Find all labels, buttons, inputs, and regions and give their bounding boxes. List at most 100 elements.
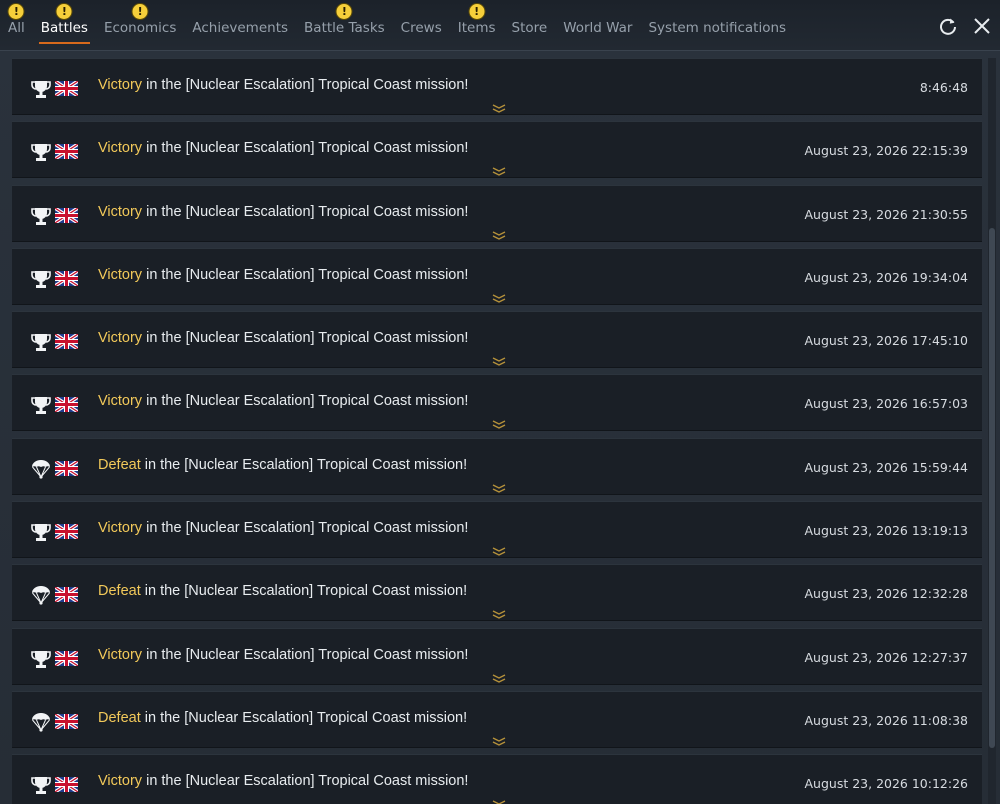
expand-chevron-icon[interactable] [490,669,508,683]
message-row[interactable]: Victory in the [Nuclear Escalation] Trop… [12,311,982,369]
expand-chevron-icon[interactable] [490,352,508,366]
tab-label: Store [511,20,548,36]
message-row[interactable]: Victory in the [Nuclear Escalation] Trop… [12,374,982,432]
message-row[interactable]: Victory in the [Nuclear Escalation] Trop… [12,58,982,115]
battle-result: Victory [98,393,143,410]
tab-battle-tasks[interactable]: Battle Tasks! [296,0,393,46]
message-row[interactable]: Victory in the [Nuclear Escalation] Trop… [12,754,982,804]
tab-list: All! Battles! Economics! Achievements Battle… [0,0,794,50]
mission-text: in the [Nuclear Escalation] Tropical Coa… [142,266,469,283]
message-row[interactable]: Victory in the [Nuclear Escalation] Trop… [12,247,982,305]
battle-result: Victory [98,330,143,347]
message-row[interactable]: Defeat in the [Nuclear Escalation] Tropi… [12,437,982,495]
timestamp: August 23, 2026 21:30:55 [804,206,969,222]
message-text: Victory in the [Nuclear Escalation] Trop… [98,204,468,220]
tab-items[interactable]: Items! [450,0,504,46]
uk-flag-icon [54,332,79,351]
expand-chevron-icon[interactable] [490,99,508,113]
trophy-icon [30,521,52,543]
expand-chevron-icon[interactable] [490,226,508,240]
uk-flag-icon [54,269,79,288]
message-row[interactable]: Defeat in the [Nuclear Escalation] Tropi… [12,690,982,748]
message-list[interactable]: Victory in the [Nuclear Escalation] Trop… [12,58,982,804]
uk-flag-icon [54,79,79,98]
message-row[interactable]: Victory in the [Nuclear Escalation] Trop… [12,501,982,559]
message-row[interactable]: Victory in the [Nuclear Escalation] Trop… [12,121,982,179]
uk-flag-icon [54,459,79,478]
battle-result: Victory [98,266,143,283]
alert-icon: ! [7,3,25,20]
message-text: Defeat in the [Nuclear Escalation] Tropi… [98,457,467,473]
expand-chevron-icon[interactable] [490,415,508,430]
message-text: Victory in the [Nuclear Escalation] Trop… [98,773,468,789]
mission-text: in the [Nuclear Escalation] Tropical Coa… [142,203,469,220]
battle-result: Victory [98,520,143,537]
expand-chevron-icon[interactable] [490,795,508,804]
timestamp: August 23, 2026 16:57:03 [804,396,969,412]
tab-economics[interactable]: Economics! [96,0,184,46]
expand-chevron-icon[interactable] [490,732,508,746]
trophy-icon [30,774,52,796]
message-text: Victory in the [Nuclear Escalation] Trop… [98,393,468,409]
expand-chevron-icon[interactable] [490,162,508,177]
tab-achievements[interactable]: Achievements [184,0,296,46]
expand-chevron-icon[interactable] [490,479,508,493]
trophy-icon [30,205,52,227]
scrollbar[interactable] [988,58,996,804]
refresh-button[interactable] [937,15,959,37]
trophy-icon [30,648,52,670]
message-text: Victory in the [Nuclear Escalation] Trop… [98,330,468,346]
mission-text: in the [Nuclear Escalation] Tropical Coa… [140,583,468,600]
message-text: Victory in the [Nuclear Escalation] Trop… [98,77,468,93]
tab-all[interactable]: All! [0,0,33,46]
tab-label: Economics [103,20,177,36]
message-row[interactable]: Defeat in the [Nuclear Escalation] Tropi… [12,564,982,622]
trophy-icon [30,78,52,100]
mission-text: in the [Nuclear Escalation] Tropical Coa… [140,456,468,473]
message-row[interactable]: Victory in the [Nuclear Escalation] Trop… [12,627,982,685]
mission-text: in the [Nuclear Escalation] Tropical Coa… [142,140,469,157]
message-row[interactable]: Victory in the [Nuclear Escalation] Trop… [12,184,982,242]
battle-result: Defeat [98,583,141,600]
expand-chevron-icon[interactable] [490,289,508,303]
uk-flag-icon [54,775,79,794]
battle-result: Victory [98,203,143,220]
battle-result: Defeat [98,456,141,473]
tab-battles[interactable]: Battles! [33,0,96,46]
alert-icon: ! [335,3,353,20]
tab-label: Crews [400,20,442,36]
uk-flag-icon [54,396,79,414]
expand-chevron-icon[interactable] [490,605,508,620]
trophy-icon [30,394,52,416]
timestamp: August 23, 2026 11:08:38 [804,712,969,728]
trophy-icon [30,268,52,290]
message-text: Victory in the [Nuclear Escalation] Trop… [98,140,468,156]
tab-label: Achievements [192,20,289,36]
tab-label: All [8,20,25,36]
uk-flag-icon [54,142,79,161]
tab-label: World War [563,20,633,36]
battle-result: Victory [98,773,143,790]
tab-store[interactable]: Store [504,0,556,46]
uk-flag-icon [54,712,79,731]
timestamp: August 23, 2026 12:27:37 [804,649,969,665]
timestamp: August 23, 2026 17:45:10 [804,333,969,349]
tab-crews[interactable]: Crews [393,0,450,46]
uk-flag-icon [54,585,79,604]
scrollbar-thumb[interactable] [989,228,995,748]
trophy-icon [30,141,52,163]
battle-result: Victory [98,140,143,157]
tab-world-war[interactable]: World War [555,0,640,46]
timestamp: August 23, 2026 10:12:26 [804,776,969,792]
message-text: Defeat in the [Nuclear Escalation] Tropi… [98,583,467,599]
mission-text: in the [Nuclear Escalation] Tropical Coa… [142,77,469,93]
tab-label: System notifications [648,20,787,36]
alert-icon: ! [55,3,73,20]
message-text: Victory in the [Nuclear Escalation] Trop… [98,647,468,663]
expand-chevron-icon[interactable] [490,542,508,556]
parachute-icon [30,711,52,733]
close-button[interactable] [971,15,993,37]
tab-system-notifications[interactable]: System notifications [640,0,794,46]
battle-result: Defeat [98,709,141,726]
close-icon [974,18,990,34]
